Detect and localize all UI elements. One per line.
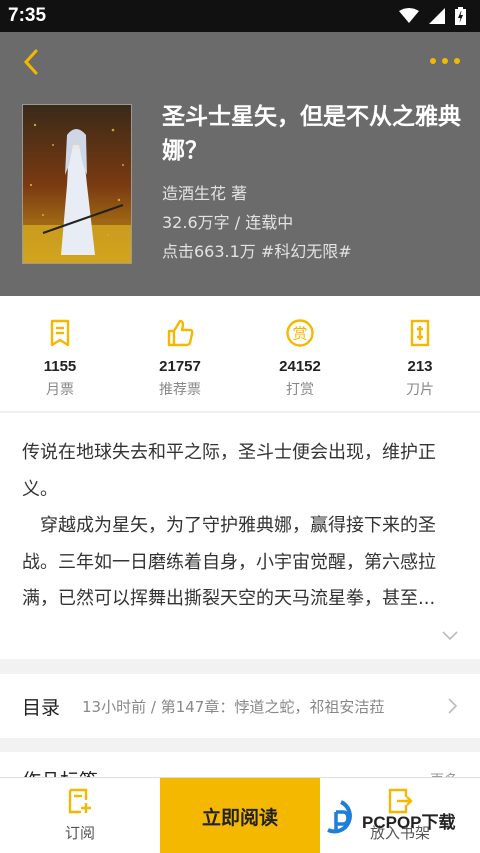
book-title: 圣斗士星矢，但是不从之雅典娜？ xyxy=(162,104,461,164)
stat-label: 打赏 xyxy=(286,382,314,398)
subscribe-label: 订阅 xyxy=(64,824,95,842)
stat-blade[interactable]: 213 刀片 xyxy=(360,296,480,411)
stats-row: 1155 月票 21757 推荐票 赏 24152 打赏 213 刀片 xyxy=(0,296,480,412)
catalog-title: 目录 xyxy=(22,696,61,719)
thumbs-up-icon xyxy=(167,319,194,347)
book-description[interactable]: 传说在地球失去和平之际，圣斗士便会出现，维护正义。 穿越成为星矢，为了守护雅典娜… xyxy=(0,413,480,659)
svg-text:赏: 赏 xyxy=(292,325,307,343)
stat-recommend[interactable]: 21757 推荐票 xyxy=(120,296,240,411)
book-words-status: 32.6万字 / 连载中 xyxy=(162,213,294,232)
blade-icon xyxy=(410,319,430,347)
watermark-text: PCPOP下载 xyxy=(362,812,456,832)
catalog-latest-chapter: 13小时前 / 第147章：悖道之蛇，祁祖安洁菈 xyxy=(82,697,385,716)
book-cover[interactable] xyxy=(22,104,132,264)
description-paragraph: 穿越成为星矢，为了守护雅典娜，赢得接下来的圣战。三年如一日磨练着自身，小宇宙觉醒… xyxy=(22,515,436,609)
book-header: 圣斗士星矢，但是不从之雅典娜？ 造酒生花 著 32.6万字 / 连载中 点击66… xyxy=(0,32,480,296)
catalog-row[interactable]: 目录 13小时前 / 第147章：悖道之蛇，祁祖安洁菈 xyxy=(0,674,480,738)
stat-label: 推荐票 xyxy=(159,382,201,398)
stat-value: 213 xyxy=(407,358,433,375)
chevron-right-icon xyxy=(448,698,458,714)
watermark: PCPOP下载 xyxy=(324,800,456,840)
chevron-down-icon[interactable] xyxy=(442,631,458,641)
description-paragraph: 传说在地球失去和平之际，圣斗士便会出现，维护正义。 xyxy=(22,442,436,500)
book-author[interactable]: 造酒生花 著 xyxy=(162,180,462,204)
subscribe-icon xyxy=(68,788,91,814)
stat-reward[interactable]: 赏 24152 打赏 xyxy=(240,296,360,411)
stat-value: 21757 xyxy=(159,358,201,375)
status-bar: 7:35 xyxy=(0,0,480,32)
read-now-button[interactable]: 立即阅读 xyxy=(160,778,320,853)
book-clicks-tag: 点击663.1万 #科幻无限# xyxy=(162,242,352,261)
stat-value: 1155 xyxy=(43,358,77,375)
signal-icon xyxy=(429,8,445,24)
status-time: 7:35 xyxy=(8,5,47,26)
subscribe-button[interactable]: 订阅 xyxy=(0,778,160,853)
stat-label: 月票 xyxy=(46,382,74,398)
monthly-ticket-icon xyxy=(50,319,70,347)
battery-icon xyxy=(455,7,466,25)
stat-label: 刀片 xyxy=(406,382,434,398)
stat-monthly-ticket[interactable]: 1155 月票 xyxy=(0,296,120,411)
stat-value: 24152 xyxy=(279,358,321,375)
watermark-logo-icon xyxy=(327,800,352,834)
wifi-icon xyxy=(399,8,419,23)
reward-icon: 赏 xyxy=(286,319,314,347)
status-icons xyxy=(399,7,466,25)
more-dots-icon[interactable] xyxy=(428,54,462,68)
back-arrow-icon[interactable] xyxy=(20,48,44,76)
